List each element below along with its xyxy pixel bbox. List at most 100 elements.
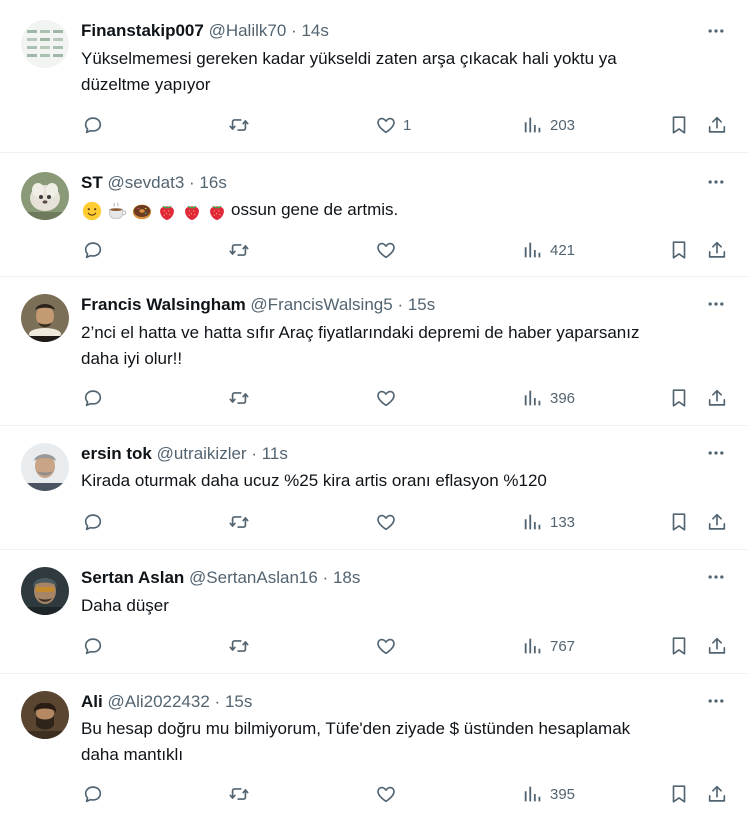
more-options-button[interactable] <box>705 295 727 313</box>
avatar-photo-image <box>21 172 69 220</box>
views-button[interactable]: 395 <box>522 782 575 806</box>
display-name[interactable]: ST <box>81 173 103 192</box>
timestamp[interactable]: 16s <box>199 173 226 192</box>
views-button[interactable]: 133 <box>522 510 575 534</box>
tweet-text: 2’nci el hatta ve hatta sıfır Araç fiyat… <box>81 320 729 372</box>
tweet[interactable]: ST @sevdat3 · 16s ossun gene de artmis. … <box>0 153 749 277</box>
share-button[interactable] <box>706 782 728 806</box>
views-button[interactable]: 396 <box>522 386 575 410</box>
more-options-button[interactable] <box>705 444 727 462</box>
view-count: 396 <box>550 389 576 407</box>
share-button[interactable] <box>706 386 728 410</box>
tweet[interactable]: ersin tok @utraikizler · 11s Kirada otur… <box>0 426 749 550</box>
bookmark-button[interactable] <box>668 238 690 262</box>
display-name[interactable]: Sertan Aslan <box>81 568 184 587</box>
retweet-button[interactable] <box>228 634 256 658</box>
bookmark-button[interactable] <box>668 386 690 410</box>
user-handle[interactable]: @sevdat3 <box>107 173 184 192</box>
bookmark-button[interactable] <box>668 782 690 806</box>
like-button[interactable] <box>375 634 403 658</box>
reply-button[interactable] <box>82 782 110 806</box>
like-icon <box>377 514 395 531</box>
retweet-button[interactable] <box>228 510 256 534</box>
share-button[interactable] <box>706 510 728 534</box>
share-icon <box>708 513 726 530</box>
tweet-header: Finanstakip007 @Halilk70 · 14s <box>81 19 329 43</box>
reply-feed: Finanstakip007 @Halilk70 · 14s Yükselmem… <box>0 0 749 822</box>
more-options-button[interactable] <box>705 568 727 586</box>
display-name[interactable]: Ali <box>81 692 103 711</box>
display-name[interactable]: ersin tok <box>81 444 152 463</box>
bookmark-icon <box>672 637 686 655</box>
timestamp[interactable]: 14s <box>301 21 328 40</box>
avatar[interactable] <box>21 567 69 615</box>
like-icon <box>377 786 395 803</box>
retweet-icon <box>229 119 249 131</box>
reply-button[interactable] <box>82 386 110 410</box>
avatar[interactable] <box>21 443 69 491</box>
tweet-text-line: düzeltme yapıyor <box>81 75 211 94</box>
tweet[interactable]: Finanstakip007 @Halilk70 · 14s Yükselmem… <box>0 0 749 153</box>
timestamp[interactable]: 18s <box>333 568 360 587</box>
like-button[interactable] <box>375 510 403 534</box>
bookmark-icon <box>672 116 686 134</box>
retweet-button[interactable] <box>228 782 256 806</box>
bookmark-button[interactable] <box>668 634 690 658</box>
more-options-button[interactable] <box>705 173 727 191</box>
user-handle[interactable]: @utraikizler <box>157 444 247 463</box>
timestamp[interactable]: 11s <box>262 444 288 463</box>
avatar[interactable] <box>21 691 69 739</box>
tweet-text-line: daha mantıklı <box>81 745 184 764</box>
share-button[interactable] <box>706 238 728 262</box>
bookmark-button[interactable] <box>668 113 690 137</box>
separator: · <box>251 444 257 463</box>
reply-button[interactable] <box>82 238 110 262</box>
tweet[interactable]: Ali @Ali2022432 · 15s Bu hesap doğru mu … <box>0 674 749 822</box>
views-icon <box>524 117 541 133</box>
user-handle[interactable]: @SertanAslan16 <box>189 568 318 587</box>
like-button[interactable]: 1 <box>375 113 411 137</box>
tweet-header: Francis Walsingham @FrancisWalsing5 · 15… <box>81 293 435 317</box>
strawberry-emoji-icon <box>160 205 174 220</box>
timestamp[interactable]: 15s <box>225 692 252 711</box>
reply-button[interactable] <box>82 634 110 658</box>
action-bar: 396 <box>81 386 729 410</box>
share-icon <box>708 241 726 258</box>
user-handle[interactable]: @FrancisWalsing5 <box>250 295 392 314</box>
like-button[interactable] <box>375 782 403 806</box>
avatar[interactable] <box>21 294 69 342</box>
more-options-button[interactable] <box>705 22 727 40</box>
tweet-text-line: Kirada oturmak daha ucuz %25 kira artis … <box>81 471 547 490</box>
tweet[interactable]: Sertan Aslan @SertanAslan16 · 18s Daha d… <box>0 550 749 674</box>
separator: · <box>189 173 195 192</box>
retweet-button[interactable] <box>228 113 256 137</box>
reply-icon <box>84 638 102 655</box>
views-button[interactable]: 767 <box>522 634 575 658</box>
avatar[interactable] <box>21 172 69 220</box>
reply-button[interactable] <box>82 510 110 534</box>
tweet-text: Bu hesap doğru mu bilmiyorum, Tüfe'den z… <box>81 716 729 768</box>
user-handle[interactable]: @Halilk70 <box>209 21 287 40</box>
share-button[interactable] <box>706 634 728 658</box>
avatar[interactable] <box>21 20 69 68</box>
like-icon <box>377 390 395 407</box>
action-bar: 1 203 <box>81 113 729 137</box>
reply-button[interactable] <box>82 113 110 137</box>
views-button[interactable]: 421 <box>522 238 575 262</box>
display-name[interactable]: Francis Walsingham <box>81 295 246 314</box>
more-options-button[interactable] <box>705 692 727 710</box>
views-button[interactable]: 203 <box>522 113 575 137</box>
share-button[interactable] <box>706 113 728 137</box>
user-handle[interactable]: @Ali2022432 <box>107 692 209 711</box>
retweet-button[interactable] <box>228 238 256 262</box>
view-count: 395 <box>550 785 576 803</box>
retweet-icon <box>229 640 249 652</box>
tweet[interactable]: Francis Walsingham @FrancisWalsing5 · 15… <box>0 277 749 426</box>
bookmark-icon <box>672 241 686 259</box>
retweet-button[interactable] <box>228 386 256 410</box>
timestamp[interactable]: 15s <box>408 295 435 314</box>
display-name[interactable]: Finanstakip007 <box>81 21 204 40</box>
bookmark-button[interactable] <box>668 510 690 534</box>
like-button[interactable] <box>375 238 403 262</box>
like-button[interactable] <box>375 386 403 410</box>
